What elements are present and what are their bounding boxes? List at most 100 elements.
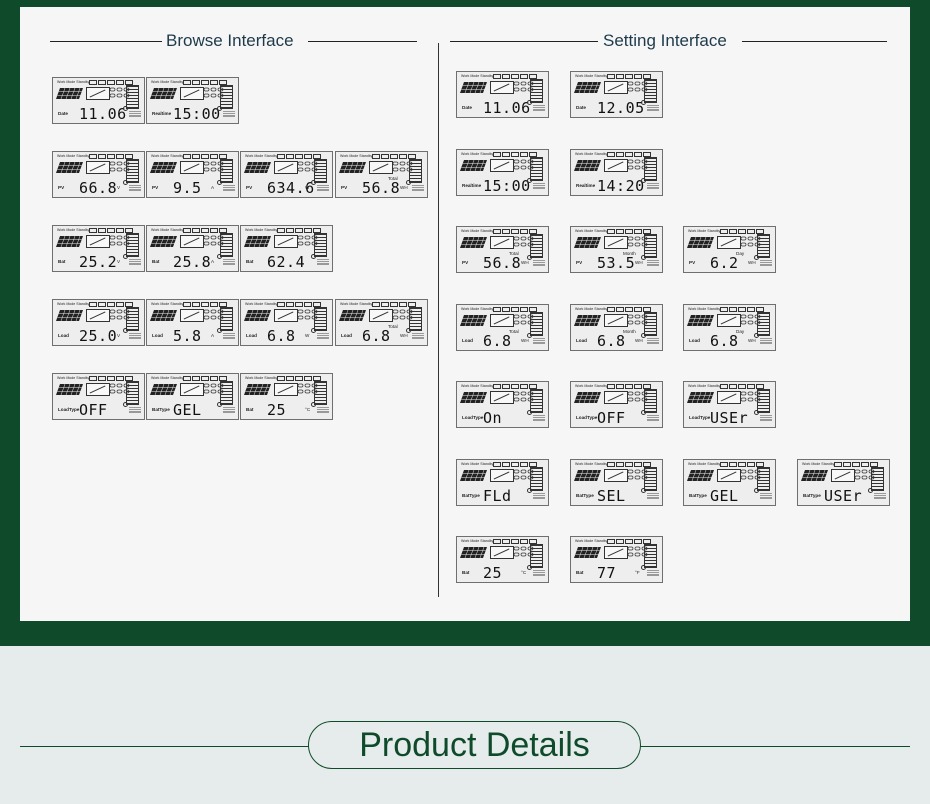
lcd-mode-label: Work Mode Standby xyxy=(575,74,608,78)
lcd-mode-label: Work Mode Standby xyxy=(688,384,721,388)
lcd-value: 62.4 xyxy=(267,253,306,271)
battery-icon xyxy=(530,389,543,413)
lcd-mode-label: Work Mode Standby xyxy=(57,154,90,158)
lcd-label: Load xyxy=(246,333,257,338)
lcd-status-icons xyxy=(760,260,772,267)
sun-indicator-icon xyxy=(527,565,532,570)
lcd-unit: WH xyxy=(748,260,756,265)
sun-indicator-icon xyxy=(754,488,759,493)
lcd-mode-label: Work Mode Standby xyxy=(688,229,721,233)
battery-icon xyxy=(409,159,422,183)
lcd-screen: Work Mode Standby Load 5.8 A xyxy=(146,299,239,346)
battery-icon xyxy=(644,312,657,336)
browse-title: Browse Interface xyxy=(166,31,294,50)
lcd-value: 11.06 xyxy=(483,99,531,117)
lcd-mode-indicators xyxy=(493,228,537,234)
setting-title: Setting Interface xyxy=(603,31,727,50)
battery-icon xyxy=(409,307,422,331)
lcd-value: USEr xyxy=(824,487,863,505)
lcd-mode-label: Work Mode Standby xyxy=(575,384,608,388)
lcd-label: Bat xyxy=(152,259,160,264)
sun-indicator-icon xyxy=(641,178,646,183)
lcd-mode-indicators xyxy=(607,151,651,157)
lcd-mode-indicators xyxy=(607,383,651,389)
lcd-screen: Work Mode Standby Bat 25 °C xyxy=(240,373,333,420)
battery-icon xyxy=(314,381,327,405)
solar-panel-icon xyxy=(460,392,487,403)
lcd-mode-indicators xyxy=(493,73,537,79)
inverter-icon xyxy=(490,391,514,404)
lcd-screen: Work Mode Standby Load 6.8 W xyxy=(240,299,333,346)
lcd-mode-indicators xyxy=(277,227,321,233)
sun-indicator-icon xyxy=(311,180,316,185)
lcd-value: GEL xyxy=(710,487,739,505)
battery-icon xyxy=(757,389,770,413)
lcd-mode-indicators xyxy=(183,227,227,233)
solar-panel-icon xyxy=(460,237,487,248)
lcd-screen: Work Mode Standby PV Total 56.8 WH xyxy=(456,226,549,273)
solar-panel-icon xyxy=(574,547,601,558)
sun-indicator-icon xyxy=(217,402,222,407)
battery-icon xyxy=(530,467,543,491)
lcd-mode-indicators xyxy=(183,301,227,307)
lcd-status-icons xyxy=(129,185,141,192)
lcd-status-icons xyxy=(412,185,424,192)
lcd-status-icons xyxy=(533,415,545,422)
lcd-value: USEr xyxy=(710,409,749,427)
lcd-label: Load xyxy=(576,338,587,343)
lcd-mode-label: Work Mode Standby xyxy=(57,376,90,380)
lcd-unit: W xyxy=(305,185,310,190)
lcd-unit: W xyxy=(305,333,310,338)
lcd-value: 6.8 xyxy=(597,332,626,350)
lcd-status-icons xyxy=(533,260,545,267)
lcd-screen: Work Mode Standby Bat 25.8 A xyxy=(146,225,239,272)
lcd-status-icons xyxy=(317,259,329,266)
lcd-mode-indicators xyxy=(720,228,764,234)
battery-icon xyxy=(644,467,657,491)
lcd-mode-indicators xyxy=(493,461,537,467)
lcd-mode-indicators xyxy=(183,79,227,85)
lcd-mode-label: Work Mode Standby xyxy=(461,74,494,78)
battery-icon xyxy=(126,307,139,331)
lcd-screen: Work Mode Standby BatType FLd xyxy=(456,459,549,506)
solar-panel-icon xyxy=(574,392,601,403)
lcd-label: Realtime xyxy=(152,111,172,116)
lcd-value: OFF xyxy=(597,409,626,427)
sun-indicator-icon xyxy=(527,488,532,493)
lcd-label: PV xyxy=(152,185,159,190)
lcd-mode-label: Work Mode Standby xyxy=(151,228,184,232)
lcd-label: Bat xyxy=(462,570,470,575)
inverter-icon xyxy=(604,546,628,559)
lcd-label: Date xyxy=(462,105,472,110)
solar-panel-icon xyxy=(687,315,714,326)
solar-panel-icon xyxy=(150,162,177,173)
sun-indicator-icon xyxy=(123,254,128,259)
solar-panel-icon xyxy=(244,162,271,173)
lcd-value: OFF xyxy=(79,401,108,419)
sun-indicator-icon xyxy=(527,100,532,105)
lcd-mode-label: Work Mode Standby xyxy=(151,376,184,380)
sun-indicator-icon xyxy=(123,402,128,407)
lcd-screen: Work Mode Standby BatType USEr xyxy=(797,459,890,506)
lcd-value: 77 xyxy=(597,564,617,582)
lcd-value: 25.8 xyxy=(173,253,212,271)
lcd-mode-label: Work Mode Standby xyxy=(461,462,494,466)
lcd-screen: Work Mode Standby PV 634.6 W xyxy=(240,151,333,198)
sun-indicator-icon xyxy=(527,178,532,183)
lcd-value: 25.0 xyxy=(79,327,118,345)
lcd-status-icons xyxy=(223,407,235,414)
sun-indicator-icon xyxy=(217,106,222,111)
inverter-icon xyxy=(604,469,628,482)
lcd-mode-indicators xyxy=(720,306,764,312)
solar-panel-icon xyxy=(574,160,601,171)
lcd-screen: Work Mode Standby LoadType OFF xyxy=(570,381,663,428)
lcd-value: 25 xyxy=(483,564,503,582)
battery-icon xyxy=(530,157,543,181)
lcd-value: 25.2 xyxy=(79,253,118,271)
lcd-screen: Work Mode Standby PV 66.8 V xyxy=(52,151,145,198)
lcd-screen: Work Mode Standby Bat 77 °F xyxy=(570,536,663,583)
solar-panel-icon xyxy=(244,236,271,247)
lcd-mode-label: Work Mode Standby xyxy=(245,154,278,158)
battery-icon xyxy=(644,544,657,568)
lcd-label: PV xyxy=(576,260,583,265)
